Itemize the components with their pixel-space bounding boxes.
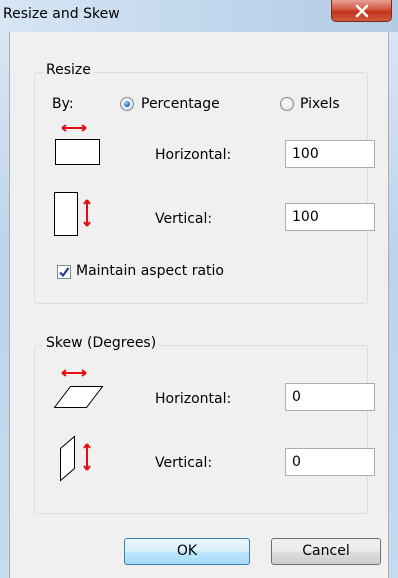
- ok-button[interactable]: OK: [124, 538, 250, 565]
- skew-horizontal-icon: [53, 369, 104, 408]
- dialog-body: Resize By: Percentage Pixels Horizontal:…: [9, 32, 389, 578]
- percentage-radio-label[interactable]: Percentage: [141, 96, 220, 112]
- close-icon: [355, 4, 369, 18]
- skew-vertical-input[interactable]: [285, 448, 375, 476]
- maintain-aspect-checkbox[interactable]: [57, 265, 71, 279]
- by-label: By:: [52, 96, 74, 112]
- window-title: Resize and Skew: [3, 6, 120, 22]
- cancel-button[interactable]: Cancel: [271, 538, 381, 565]
- skew-vertical-icon: [60, 435, 91, 482]
- resize-vertical-label: Vertical:: [155, 211, 213, 227]
- title-bar[interactable]: Resize and Skew: [0, 0, 398, 32]
- pixels-radio-label[interactable]: Pixels: [300, 96, 340, 112]
- skew-vertical-label: Vertical:: [155, 455, 213, 471]
- resize-skew-dialog: Resize and Skew Resize By: Percentage Pi…: [0, 0, 398, 578]
- resize-vertical-icon: [54, 192, 91, 236]
- checkmark-icon: [59, 267, 70, 278]
- resize-horizontal-icon: [55, 124, 100, 165]
- pixels-radio[interactable]: [280, 97, 294, 111]
- maintain-aspect-label[interactable]: Maintain aspect ratio: [76, 263, 224, 279]
- resize-vertical-input[interactable]: [285, 203, 375, 231]
- percentage-radio[interactable]: [120, 97, 134, 111]
- close-button[interactable]: [331, 0, 392, 22]
- resize-horizontal-label: Horizontal:: [155, 147, 232, 163]
- skew-horizontal-label: Horizontal:: [155, 391, 232, 407]
- resize-group-label: Resize: [43, 62, 94, 78]
- skew-horizontal-input[interactable]: [285, 383, 375, 411]
- ok-button-label: OK: [176, 543, 198, 559]
- cancel-button-label: Cancel: [302, 543, 350, 559]
- skew-group-label: Skew (Degrees): [43, 335, 160, 351]
- resize-horizontal-input[interactable]: [285, 140, 375, 168]
